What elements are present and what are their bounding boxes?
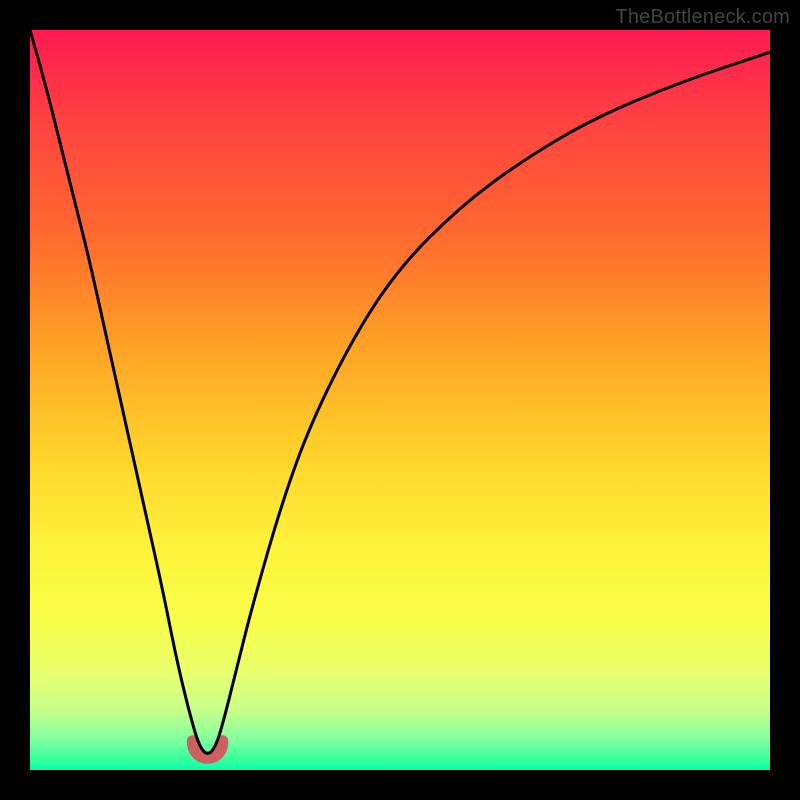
bottleneck-chart — [30, 30, 770, 770]
chart-frame — [30, 30, 770, 770]
bottleneck-curve — [30, 30, 770, 753]
curve-minimum-marker — [193, 741, 223, 758]
watermark-text: TheBottleneck.com — [615, 6, 790, 29]
